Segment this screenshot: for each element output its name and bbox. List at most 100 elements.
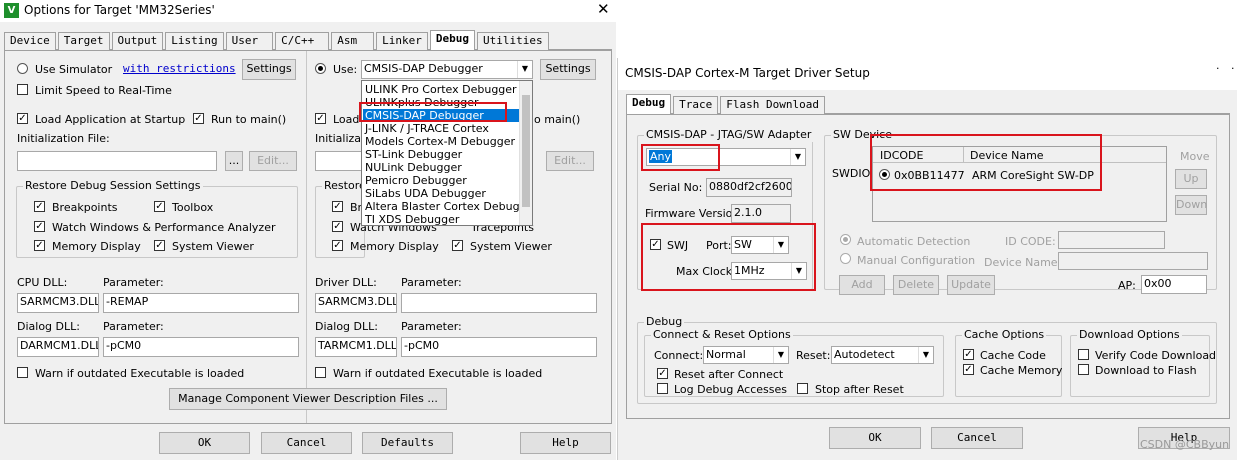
dropdown-item[interactable]: Pemicro Debugger (363, 174, 519, 187)
init-file-input[interactable] (17, 151, 217, 171)
highlight-swdevice (870, 134, 1102, 191)
tab-target[interactable]: Target (57, 32, 110, 50)
watch-windows-checkbox[interactable] (34, 221, 45, 232)
chevron-down-icon: ▼ (790, 149, 805, 165)
driver-param-label: Parameter: (401, 276, 462, 289)
tab-utilities[interactable]: Utilities (476, 32, 549, 50)
manual-config-radio[interactable] (840, 253, 851, 264)
run-to-main-checkbox[interactable] (193, 113, 204, 124)
debugger-settings-button[interactable]: Settings (540, 59, 596, 80)
cancel-button[interactable]: Cancel (261, 432, 352, 454)
connect-group-label: Connect & Reset Options (651, 328, 793, 342)
init-file-input-r[interactable] (315, 151, 365, 171)
sim-settings-button[interactable]: Settings (242, 59, 296, 80)
stop-after-label: Stop after Reset (815, 383, 904, 396)
device-name-input[interactable] (1058, 252, 1208, 270)
reset-select[interactable]: Autodetect ▼ (831, 346, 934, 364)
memory-display-checkbox-r[interactable] (332, 240, 343, 251)
highlight-debugger-item (359, 102, 507, 122)
driver-dll-input[interactable]: SARMCM3.DLL (315, 293, 397, 313)
cache-memory-checkbox[interactable] (963, 364, 974, 375)
toolbox-checkbox[interactable] (154, 201, 165, 212)
breakpoints-checkbox[interactable] (34, 201, 45, 212)
system-viewer-checkbox[interactable] (154, 240, 165, 251)
close-icon[interactable]: ✕ (597, 1, 610, 18)
ok-button[interactable]: OK (829, 427, 921, 449)
dropdown-item[interactable]: TI XDS Debugger (363, 213, 519, 226)
use-debugger-radio[interactable] (315, 63, 326, 74)
manage-component-button[interactable]: Manage Component Viewer Description File… (169, 388, 447, 410)
dropdown-item[interactable]: ULINK Pro Cortex Debugger (363, 83, 519, 96)
limit-speed-checkbox[interactable] (17, 84, 28, 95)
cancel-button[interactable]: Cancel (931, 427, 1023, 449)
edit-button[interactable]: Edit... (249, 151, 297, 171)
reset-after-checkbox[interactable] (657, 368, 668, 379)
warn-checkbox-r[interactable] (315, 367, 326, 378)
dialog-param-input[interactable]: -pCM0 (103, 337, 299, 357)
watch-windows-checkbox-r[interactable] (332, 221, 343, 232)
down-button[interactable]: Down (1175, 195, 1207, 215)
dialog-dll-input[interactable]: DARMCM1.DLL (17, 337, 99, 357)
update-button[interactable]: Update (947, 275, 995, 295)
tab-cc[interactable]: C/C++ (275, 32, 330, 50)
help-button[interactable]: Help (520, 432, 611, 454)
memory-display-label: Memory Display (52, 240, 141, 253)
dropdown-item[interactable]: Altera Blaster Cortex Debugger (363, 200, 519, 213)
limit-speed-label: Limit Speed to Real-Time (35, 84, 172, 97)
dialog-dll-input-r[interactable]: TARMCM1.DLL (315, 337, 397, 357)
tab-output[interactable]: Output (111, 32, 164, 50)
memory-display-checkbox[interactable] (34, 240, 45, 251)
ok-button[interactable]: OK (159, 432, 250, 454)
verify-checkbox[interactable] (1078, 349, 1089, 360)
browse-button[interactable]: ... (225, 151, 243, 171)
breakpoints-checkbox-r[interactable] (332, 201, 343, 212)
defaults-button[interactable]: Defaults (362, 432, 453, 454)
up-button[interactable]: Up (1175, 169, 1207, 189)
warn-checkbox[interactable] (17, 367, 28, 378)
scrollbar-thumb[interactable] (522, 95, 530, 207)
use-simulator-radio[interactable] (17, 63, 28, 74)
ap-label: AP: (1118, 279, 1136, 292)
device-name-label: Device Name: (984, 256, 1062, 269)
highlight-swj (641, 223, 816, 291)
stop-after-checkbox[interactable] (797, 383, 808, 394)
warn-label: Warn if outdated Executable is loaded (35, 367, 245, 380)
driver-param-input[interactable] (401, 293, 597, 313)
debugger-select[interactable]: CMSIS-DAP Debugger ▼ (361, 60, 533, 79)
adapter-group-label: CMSIS-DAP - JTAG/SW Adapter (644, 128, 814, 142)
with-restrictions-link[interactable]: with restrictions (123, 62, 236, 75)
dropdown-item[interactable]: NULink Debugger (363, 161, 519, 174)
dropdown-item[interactable]: J-LINK / J-TRACE Cortex (363, 122, 519, 135)
dropdown-item[interactable]: ST-Link Debugger (363, 148, 519, 161)
tab-user[interactable]: User (225, 32, 274, 50)
edit-button-r[interactable]: Edit... (546, 151, 594, 171)
system-viewer-checkbox-r[interactable] (452, 240, 463, 251)
load-app-checkbox[interactable] (17, 113, 28, 124)
ap-input[interactable]: 0x00 (1141, 275, 1207, 294)
fw-label: Firmware Version: (645, 207, 744, 220)
connect-select[interactable]: Normal ▼ (703, 346, 789, 364)
tab-debug[interactable]: Debug (429, 30, 475, 50)
tab-device[interactable]: Device (4, 32, 56, 50)
tab-asm[interactable]: Asm (331, 32, 375, 50)
tab-trace[interactable]: Trace (673, 96, 719, 114)
tab-linker[interactable]: Linker (376, 32, 428, 50)
id-code-input[interactable] (1058, 231, 1165, 249)
load-app-checkbox-r[interactable] (315, 113, 326, 124)
auto-detect-radio[interactable] (840, 234, 851, 245)
cpu-param-input[interactable]: -REMAP (103, 293, 299, 313)
dropdown-item[interactable]: SiLabs UDA Debugger (363, 187, 519, 200)
add-button[interactable]: Add (839, 275, 885, 295)
tab-flash-download[interactable]: Flash Download (720, 96, 825, 114)
delete-button[interactable]: Delete (893, 275, 939, 295)
cpu-dll-input[interactable]: SARMCM3.DLL (17, 293, 99, 313)
highlight-adapter (641, 144, 720, 171)
dropdown-scrollbar[interactable] (519, 81, 532, 225)
tab-debug[interactable]: Debug (626, 94, 672, 114)
dropdown-item[interactable]: Models Cortex-M Debugger (363, 135, 519, 148)
dl-flash-checkbox[interactable] (1078, 364, 1089, 375)
cache-code-checkbox[interactable] (963, 349, 974, 360)
dialog-param-input-r[interactable]: -pCM0 (401, 337, 597, 357)
tab-listing[interactable]: Listing (165, 32, 224, 50)
log-debug-checkbox[interactable] (657, 383, 668, 394)
